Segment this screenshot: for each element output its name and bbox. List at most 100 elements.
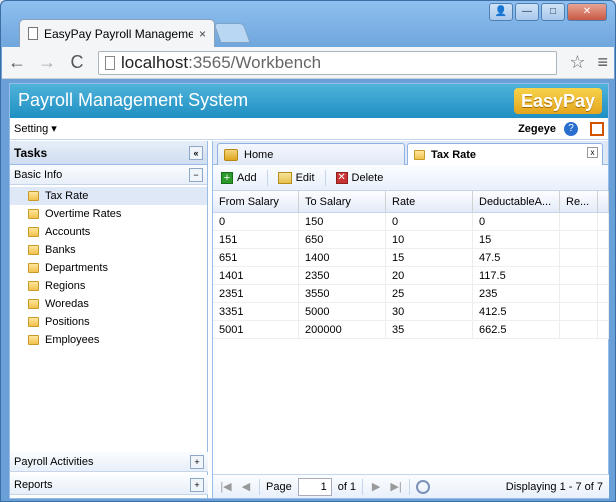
cell-to-salary: 3550	[299, 285, 386, 302]
cell-filler	[598, 303, 609, 320]
expand-section-button[interactable]: +	[190, 477, 204, 492]
tree-item-regions[interactable]: Regions	[10, 277, 207, 295]
add-button[interactable]: + Add	[217, 170, 261, 186]
cell-deductable: 412.5	[473, 303, 560, 320]
cell-deductable: 0	[473, 213, 560, 230]
tree-item-label: Overtime Rates	[45, 208, 122, 220]
table-row[interactable]: 1401 2350 20 117.5	[213, 267, 609, 285]
table-row[interactable]: 3351 5000 30 412.5	[213, 303, 609, 321]
section-basic-info[interactable]: Basic Info −	[10, 165, 207, 185]
table-row[interactable]: 0 150 0 0	[213, 213, 609, 231]
tree-item-label: Departments	[45, 262, 108, 274]
tab-home-label: Home	[244, 148, 274, 161]
column-filler	[598, 191, 609, 212]
folder-icon	[28, 245, 39, 255]
folder-icon	[28, 191, 39, 201]
tree-item-overtime-rates[interactable]: Overtime Rates	[10, 205, 207, 223]
cell-from-salary: 151	[213, 231, 299, 248]
browser-tab-title: EasyPay Payroll Managemen	[44, 26, 193, 41]
prev-page-icon[interactable]: ◀	[239, 480, 253, 493]
next-page-icon[interactable]: ▶	[369, 480, 383, 493]
browser-menu-icon[interactable]: ≡	[597, 52, 608, 73]
cell-rate: 15	[386, 249, 473, 266]
tree-item-departments[interactable]: Departments	[10, 259, 207, 277]
cell-from-salary: 5001	[213, 321, 299, 338]
tree-item-tax-rate[interactable]: Tax Rate	[10, 187, 207, 205]
table-row[interactable]: 151 650 10 15	[213, 231, 609, 249]
close-tab-icon[interactable]: ×	[199, 27, 206, 41]
edit-icon	[277, 171, 292, 184]
cell-remark	[560, 249, 598, 266]
page-number-input[interactable]: 1	[297, 477, 332, 496]
user-icon[interactable]: 👤	[489, 3, 513, 21]
tree-item-label: Positions	[45, 316, 90, 328]
section-payroll-label: Payroll Activities	[14, 455, 94, 468]
tree-item-label: Regions	[45, 280, 86, 292]
tree-item-woredas[interactable]: Woredas	[10, 295, 207, 313]
last-page-icon[interactable]: ▶|	[389, 480, 403, 493]
section-reports[interactable]: Reports +	[10, 475, 208, 495]
grid-header: From Salary To Salary Rate DeductableA..…	[213, 191, 609, 213]
column-from-salary[interactable]: From Salary	[213, 191, 299, 212]
column-remark[interactable]: Re...	[560, 191, 598, 212]
page-icon	[28, 27, 38, 40]
cell-from-salary: 651	[213, 249, 299, 266]
table-row[interactable]: 5001 200000 35 662.5	[213, 321, 609, 339]
tree-item-employees[interactable]: Employees	[10, 331, 207, 349]
column-to-salary[interactable]: To Salary	[299, 191, 386, 212]
collapse-panel-button[interactable]: «	[189, 145, 203, 160]
first-page-icon[interactable]: |◀	[219, 480, 233, 493]
address-bar[interactable]: localhost:3565/Workbench	[98, 50, 558, 75]
cell-filler	[598, 267, 609, 284]
cell-to-salary: 5000	[299, 303, 386, 320]
delete-button[interactable]: ✕ Delete	[332, 170, 388, 186]
cell-from-salary: 3351	[213, 303, 299, 320]
app-header: Payroll Management System EasyPay	[10, 84, 608, 118]
cell-remark	[560, 285, 598, 302]
collapse-section-button[interactable]: −	[189, 167, 203, 182]
browser-tab[interactable]: EasyPay Payroll Managemen ×	[19, 19, 215, 47]
minimize-button[interactable]: —	[515, 3, 539, 21]
expand-section-button[interactable]: +	[190, 454, 204, 469]
table-row[interactable]: 651 1400 15 47.5	[213, 249, 609, 267]
cell-rate: 10	[386, 231, 473, 248]
browser-window: EasyPay Payroll Managemen × 👤 — □ ✕ ← → …	[0, 0, 616, 502]
new-tab-button[interactable]	[213, 23, 251, 43]
grid-toolbar: + Add Edit ✕ Delete	[213, 165, 608, 191]
edit-button-label: Edit	[295, 171, 315, 184]
tab-home[interactable]: Home	[217, 143, 405, 165]
bookmark-star-icon[interactable]: ☆	[569, 52, 585, 73]
tree-item-banks[interactable]: Banks	[10, 241, 207, 259]
edit-button[interactable]: Edit	[274, 170, 319, 186]
cell-rate: 30	[386, 303, 473, 320]
cell-filler	[598, 213, 609, 230]
section-payroll-activities[interactable]: Payroll Activities +	[10, 452, 208, 472]
cell-to-salary: 2350	[299, 267, 386, 284]
maximize-button[interactable]: □	[541, 3, 565, 21]
page-count: of 1	[337, 480, 357, 493]
cell-deductable: 235	[473, 285, 560, 302]
close-tab-icon[interactable]: x	[587, 147, 598, 158]
column-rate[interactable]: Rate	[386, 191, 473, 212]
table-row[interactable]: 2351 3550 25 235	[213, 285, 609, 303]
pager-separator	[362, 478, 364, 495]
cell-remark	[560, 231, 598, 248]
help-icon[interactable]: ?	[564, 121, 578, 136]
tree-item-positions[interactable]: Positions	[10, 313, 207, 331]
folder-icon	[28, 317, 39, 327]
reload-icon[interactable]: C	[68, 52, 86, 73]
logout-icon[interactable]	[590, 121, 604, 136]
tab-tax-rate[interactable]: Tax Rate x	[407, 143, 603, 165]
back-icon[interactable]: ←	[8, 52, 26, 73]
window-close-button[interactable]: ✕	[567, 3, 607, 21]
cell-from-salary: 1401	[213, 267, 299, 284]
cell-filler	[598, 321, 609, 338]
refresh-icon[interactable]	[416, 479, 431, 494]
forward-icon[interactable]: →	[38, 52, 56, 73]
cell-deductable: 662.5	[473, 321, 560, 338]
address-host: localhost	[121, 52, 189, 72]
tree-item-accounts[interactable]: Accounts	[10, 223, 207, 241]
setting-menu[interactable]: Setting ▾	[14, 122, 57, 135]
column-deductable-amount[interactable]: DeductableA...	[473, 191, 560, 212]
cell-deductable: 117.5	[473, 267, 560, 284]
